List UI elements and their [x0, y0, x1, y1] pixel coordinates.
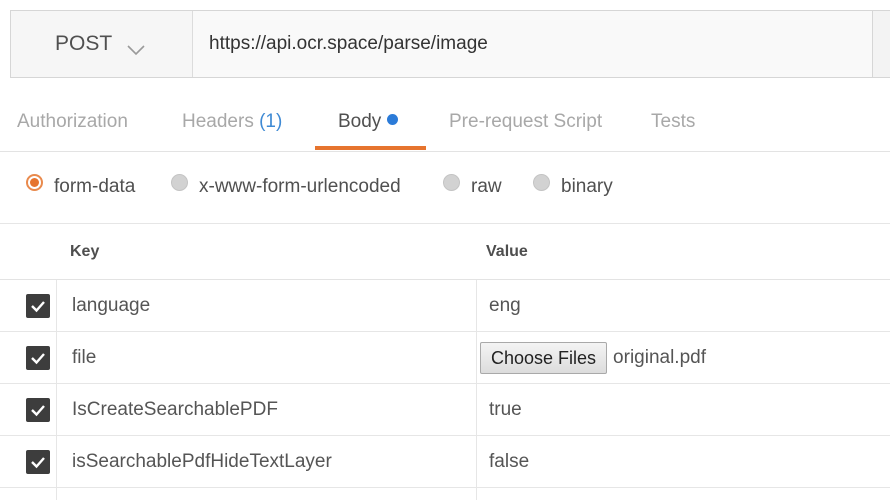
request-bar: POST: [10, 10, 890, 78]
table-row: language eng: [0, 280, 890, 332]
headers-count: (1): [259, 111, 283, 132]
row-value[interactable]: true: [489, 384, 522, 436]
header-key: Key: [70, 243, 100, 260]
active-tab-underline: [315, 146, 426, 150]
radio-form-data[interactable]: form-data: [26, 173, 136, 200]
body-type-selector: form-data x-www-form-urlencoded raw bina…: [0, 152, 890, 224]
method-selector[interactable]: POST: [11, 11, 192, 77]
chevron-down-icon: [126, 38, 146, 56]
request-bar-end: [872, 11, 890, 77]
tab-label: Tests: [651, 111, 696, 132]
row-value[interactable]: false: [489, 436, 529, 488]
radio-label: binary: [561, 176, 613, 197]
radio-checked-icon[interactable]: [26, 173, 43, 191]
file-input: Choose Files original.pdf: [480, 342, 706, 374]
radio-binary[interactable]: binary: [533, 173, 613, 200]
table-row: isSearchablePdfHideTextLayer false: [0, 436, 890, 488]
radio-label: x-www-form-urlencoded: [199, 176, 401, 197]
radio-unchecked-icon[interactable]: [171, 173, 188, 191]
tab-body[interactable]: Body: [338, 96, 399, 152]
body-indicator-dot-icon: [387, 114, 399, 125]
radio-label: raw: [471, 176, 502, 197]
table-row: file Choose Files original.pdf: [0, 332, 890, 384]
checkmark-icon: [31, 457, 45, 469]
radio-unchecked-icon[interactable]: [533, 173, 550, 191]
radio-raw[interactable]: raw: [443, 173, 502, 200]
tab-label: Pre-request Script: [449, 111, 603, 132]
tab-authorization[interactable]: Authorization: [17, 96, 128, 152]
row-key[interactable]: isSearchablePdfHideTextLayer: [72, 436, 332, 488]
table-row: IsCreateSearchablePDF true: [0, 384, 890, 436]
radio-unchecked-icon[interactable]: [443, 173, 460, 191]
tab-label: Headers: [182, 111, 254, 132]
radio-label: form-data: [54, 176, 136, 197]
radio-x-www-form-urlencoded[interactable]: x-www-form-urlencoded: [171, 173, 401, 200]
row-value[interactable]: eng: [489, 280, 521, 332]
row-checkbox[interactable]: [26, 346, 50, 370]
row-key[interactable]: language: [72, 280, 150, 332]
table-header: Key Value: [0, 226, 890, 280]
header-value: Value: [486, 243, 528, 260]
form-data-table: Key Value language eng file Choose Files…: [0, 226, 890, 488]
tab-pre-request-script[interactable]: Pre-request Script: [449, 96, 602, 152]
url-input[interactable]: [192, 11, 872, 77]
tab-label: Authorization: [17, 111, 128, 132]
tab-headers[interactable]: Headers (1): [182, 96, 282, 152]
tab-label: Body: [338, 111, 382, 132]
request-tabs: Authorization Headers (1) Body Pre-reque…: [0, 96, 890, 152]
row-checkbox[interactable]: [26, 294, 50, 318]
checkmark-icon: [31, 353, 45, 365]
row-key[interactable]: file: [72, 332, 96, 384]
row-checkbox[interactable]: [26, 398, 50, 422]
choose-files-button[interactable]: Choose Files: [480, 342, 608, 374]
method-label: POST: [55, 32, 113, 55]
checkmark-icon: [31, 405, 45, 417]
checkmark-icon: [31, 301, 45, 313]
row-checkbox[interactable]: [26, 450, 50, 474]
row-key[interactable]: IsCreateSearchablePDF: [72, 384, 278, 436]
selected-file-name: original.pdf: [613, 347, 706, 368]
tab-tests[interactable]: Tests: [651, 96, 695, 152]
